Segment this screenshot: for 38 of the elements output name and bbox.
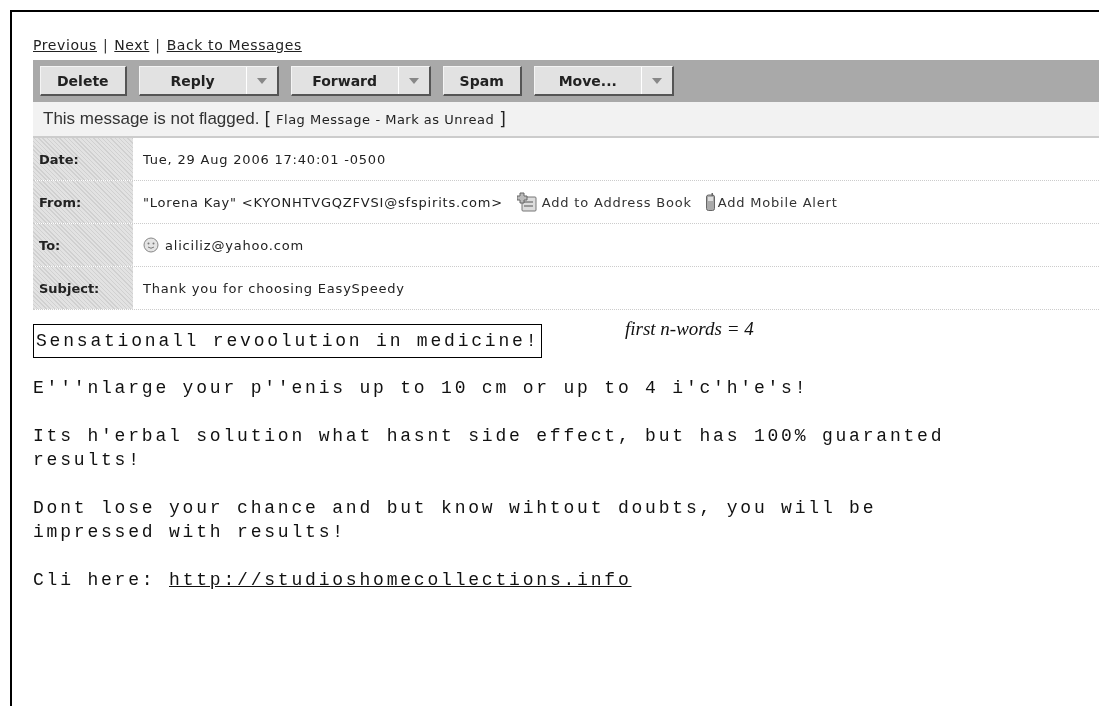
header-value: aliciliz@yahoo.com xyxy=(165,237,304,253)
body-paragraph: E'''nlarge your p''enis up to 10 cm or up to 4 i'c'h'e's! xyxy=(33,377,810,400)
link-prefix-text: Cli here: xyxy=(33,570,156,590)
header-action-link[interactable]: Add Mobile Alert xyxy=(705,193,838,211)
flag-status: This message is not flagged. xyxy=(43,109,260,129)
highlighted-sentence: Sensationall revoolution in medicine! xyxy=(33,324,543,358)
header-action-link[interactable]: Add to Address Book xyxy=(516,192,692,212)
flag-action-link[interactable]: Mark as Unread xyxy=(385,111,495,127)
nav-link[interactable]: Next xyxy=(114,37,150,53)
address-book-icon xyxy=(516,192,539,212)
separator-text: | xyxy=(155,37,161,53)
body-paragraph: Dont lose your chance and but know wihtout doubts, you will be impressed with results! xyxy=(33,497,878,544)
separator-text: | xyxy=(102,37,109,53)
header-label: Subject: xyxy=(33,267,133,309)
bracket-text: [ xyxy=(264,109,272,129)
header-value: "Lorena Kay" <KYONHTVGQZFVSI@sfspirits.com> xyxy=(143,194,503,210)
header-label: To: xyxy=(33,224,133,266)
toolbar-button[interactable]: Spam xyxy=(442,66,522,96)
flag-action-link[interactable]: Flag Message xyxy=(276,111,371,127)
caret-icon xyxy=(256,77,267,84)
toolbar-button[interactable]: Move... xyxy=(533,66,674,96)
header-label: From: xyxy=(33,181,133,223)
toolbar-button[interactable]: Delete xyxy=(40,66,127,96)
body-link[interactable]: http://studioshomecollections.info xyxy=(169,570,632,590)
mobile-phone-icon xyxy=(705,193,715,211)
annotation-text: first n-words = 4 xyxy=(625,318,754,340)
bracket-text: ] xyxy=(499,109,506,129)
toolbar-button[interactable]: Reply xyxy=(138,66,279,96)
caret-icon xyxy=(408,77,419,84)
nav-link[interactable]: Back to Messages xyxy=(166,37,302,53)
header-value: Thank you for choosing EasySpeedy xyxy=(143,280,405,296)
header-value: Tue, 29 Aug 2006 17:40:01 -0500 xyxy=(143,151,386,167)
nav-link[interactable]: Previous xyxy=(33,37,97,53)
header-label: Date: xyxy=(33,138,133,180)
body-paragraph: Its h'erbal solution what hasnt side effect, but has 100% guaranted results! xyxy=(33,425,946,472)
toolbar-button[interactable]: Forward xyxy=(290,66,431,96)
caret-icon xyxy=(651,77,662,84)
separator-text: - xyxy=(375,111,381,127)
